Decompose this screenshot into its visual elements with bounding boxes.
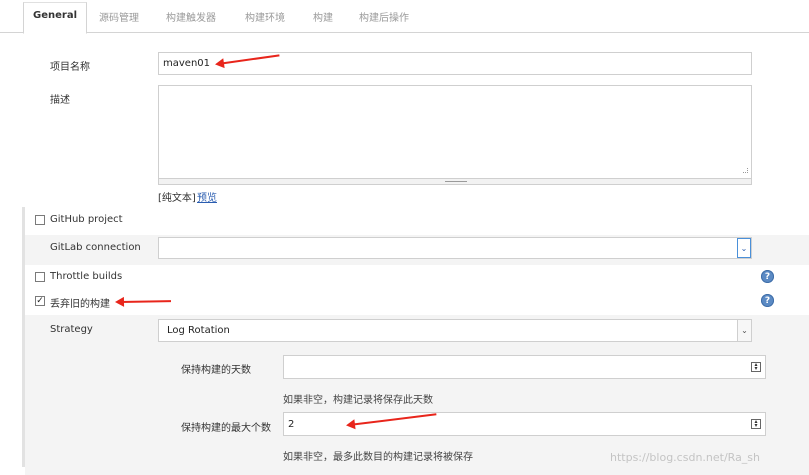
tab-build[interactable]: 构建 <box>313 9 333 24</box>
strategy-value: Log Rotation <box>167 325 230 336</box>
tab-source-control[interactable]: 源码管理 <box>99 9 139 24</box>
project-name-label: 项目名称 <box>50 62 90 73</box>
tab-build-triggers[interactable]: 构建触发器 <box>166 9 216 24</box>
days-to-keep-label: 保持构建的天数 <box>181 365 251 376</box>
discard-old-builds-checkbox[interactable]: ✓ <box>35 296 45 306</box>
tab-general[interactable]: General <box>23 2 87 34</box>
format-plain-text: [纯文本] <box>158 193 196 204</box>
project-name-input[interactable]: maven01 <box>158 52 752 75</box>
help-icon-discard[interactable]: ? <box>761 294 774 307</box>
days-to-keep-input[interactable]: ▴ ▾ <box>283 355 766 379</box>
chevron-down-icon[interactable]: ⌄ <box>737 238 751 258</box>
watermark: https://blog.csdn.net/Ra_sh <box>610 451 761 464</box>
gitlab-connection-select[interactable]: ⌄ <box>158 237 752 259</box>
gitlab-connection-label: GitLab connection <box>50 242 141 253</box>
resize-corner-icon[interactable] <box>743 168 748 173</box>
description-textarea[interactable] <box>158 85 752 185</box>
textarea-resize-bar[interactable] <box>159 178 751 184</box>
github-project-label: GitHub project <box>50 214 123 225</box>
spinner-icon[interactable]: ▴ ▾ <box>751 362 761 372</box>
help-icon-throttle[interactable]: ? <box>761 270 774 283</box>
chevron-down-icon[interactable]: ⌄ <box>737 320 751 341</box>
discard-old-builds-label: 丢弃旧的构建 <box>50 299 110 310</box>
throttle-builds-checkbox[interactable] <box>35 272 45 282</box>
check-icon: ✓ <box>36 295 44 306</box>
max-builds-value: 2 <box>288 418 295 430</box>
resize-grip-icon <box>445 181 467 182</box>
max-builds-label: 保持构建的最大个数 <box>181 423 271 434</box>
tab-build-environment[interactable]: 构建环境 <box>245 9 285 24</box>
tab-post-build[interactable]: 构建后操作 <box>359 9 409 24</box>
preview-link[interactable]: 预览 <box>197 189 217 204</box>
strategy-select[interactable]: Log Rotation ⌄ <box>158 319 752 342</box>
throttle-builds-label: Throttle builds <box>50 271 123 282</box>
strategy-label: Strategy <box>50 324 93 335</box>
days-to-keep-hint: 如果非空，构建记录将保存此天数 <box>283 395 433 406</box>
spinner-icon[interactable]: ▴ ▾ <box>751 419 761 429</box>
description-label: 描述 <box>50 95 70 106</box>
github-project-checkbox[interactable] <box>35 215 45 225</box>
max-builds-hint: 如果非空，最多此数目的构建记录将被保存 <box>283 452 473 463</box>
annotation-arrow <box>117 300 172 303</box>
project-name-value: maven01 <box>163 58 211 69</box>
